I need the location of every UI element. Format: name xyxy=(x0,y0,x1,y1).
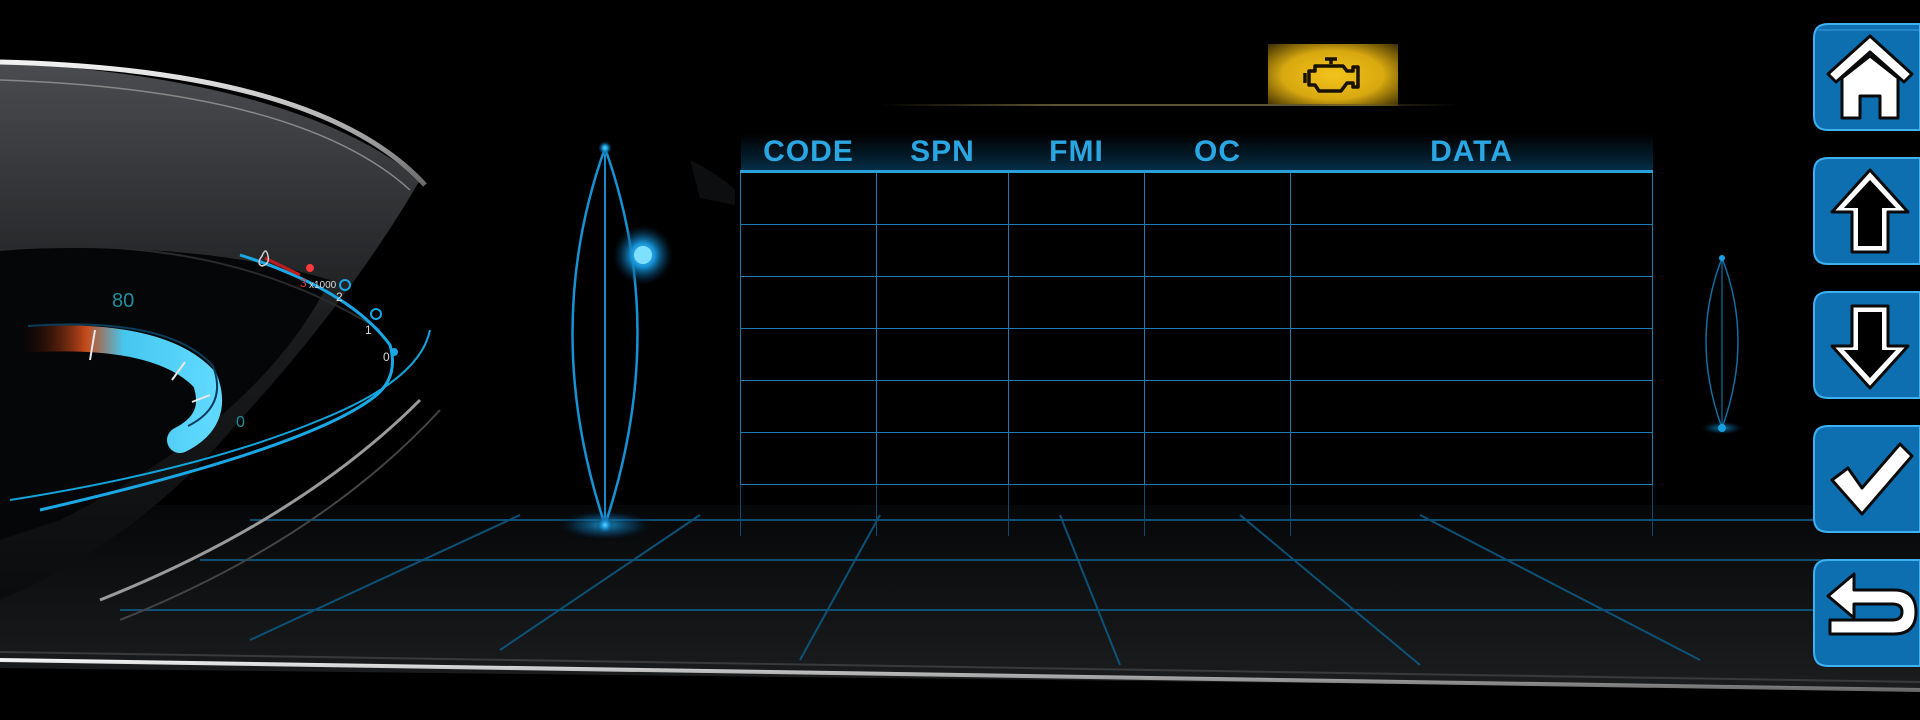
column-header-fmi: FMI xyxy=(1008,134,1145,173)
cell-data xyxy=(1290,432,1653,485)
table-row[interactable] xyxy=(740,380,1653,433)
scroll-up-button[interactable] xyxy=(1808,154,1920,268)
check-engine-indicator xyxy=(1268,44,1398,106)
confirm-button[interactable] xyxy=(1808,422,1920,536)
cell-code xyxy=(740,276,877,329)
cell-data xyxy=(1290,276,1653,329)
cell-code xyxy=(740,328,877,381)
cell-oc xyxy=(1144,276,1291,329)
cell-oc xyxy=(1144,224,1291,277)
table-row[interactable] xyxy=(740,224,1653,277)
table-row[interactable] xyxy=(740,484,1653,536)
tacho-mark-2: 2 xyxy=(336,290,343,304)
cell-fmi xyxy=(1008,380,1145,433)
tacho-mark-1: 1 xyxy=(365,323,372,337)
tacho-mark-3: 3 xyxy=(300,276,307,290)
cell-fmi xyxy=(1008,328,1145,381)
cell-oc xyxy=(1144,484,1291,536)
cell-data xyxy=(1290,380,1653,433)
cell-fmi xyxy=(1008,224,1145,277)
speed-mark-0: 0 xyxy=(236,414,245,431)
column-header-data: DATA xyxy=(1290,134,1653,173)
cell-code xyxy=(740,171,877,225)
cell-spn xyxy=(876,484,1009,536)
column-header-code: CODE xyxy=(740,134,877,173)
column-header-spn: SPN xyxy=(876,134,1009,173)
cell-spn xyxy=(876,432,1009,485)
tacho-unit-label: x1000 xyxy=(309,280,337,291)
cell-data xyxy=(1290,224,1653,277)
home-button[interactable] xyxy=(1808,20,1920,134)
back-button[interactable] xyxy=(1808,556,1920,670)
cell-fmi xyxy=(1008,484,1145,536)
cell-oc xyxy=(1144,171,1291,225)
cell-code xyxy=(740,432,877,485)
cell-data xyxy=(1290,171,1653,225)
scroll-down-button[interactable] xyxy=(1808,288,1920,402)
cell-fmi xyxy=(1008,432,1145,485)
cell-spn xyxy=(876,276,1009,329)
cell-data xyxy=(1290,484,1653,536)
check-engine-icon xyxy=(1303,57,1360,93)
speed-mark-80: 80 xyxy=(112,290,135,312)
cell-data xyxy=(1290,328,1653,381)
cell-fmi xyxy=(1008,276,1145,329)
cell-oc xyxy=(1144,380,1291,433)
cell-spn xyxy=(876,328,1009,381)
cell-code xyxy=(740,484,877,536)
table-row[interactable] xyxy=(740,432,1653,485)
table-header-row: CODE SPN FMI OC DATA xyxy=(740,134,1653,173)
cell-fmi xyxy=(1008,171,1145,225)
cell-code xyxy=(740,380,877,433)
diagnostic-screen: 80 0 3 x1000 2 1 0 CODE SPN FMI OC DATA xyxy=(0,0,1920,720)
header-divider xyxy=(880,104,1460,106)
cell-oc xyxy=(1144,432,1291,485)
table-row[interactable] xyxy=(740,328,1653,381)
cell-code xyxy=(740,224,877,277)
table-row[interactable] xyxy=(740,276,1653,329)
tacho-mark-0: 0 xyxy=(383,350,390,364)
column-header-oc: OC xyxy=(1144,134,1291,173)
cell-oc xyxy=(1144,328,1291,381)
cell-spn xyxy=(876,171,1009,225)
table-row[interactable] xyxy=(740,171,1653,225)
fault-code-table: CODE SPN FMI OC DATA xyxy=(740,134,1653,536)
cell-spn xyxy=(876,380,1009,433)
cell-spn xyxy=(876,224,1009,277)
